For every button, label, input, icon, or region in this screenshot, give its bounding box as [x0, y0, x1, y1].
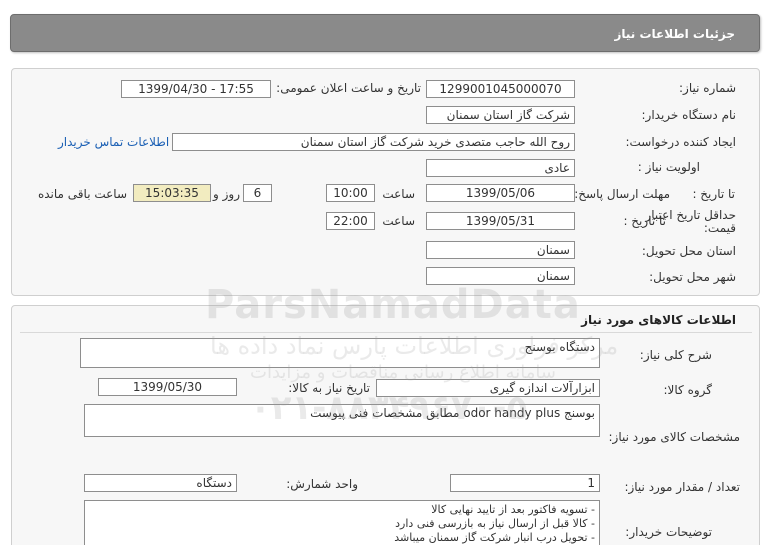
buyer-org-field: شرکت گاز استان سمنان: [426, 106, 575, 124]
unit-label: واحد شمارش:: [286, 477, 358, 491]
note-item: - کالا قبل از ارسال نیاز به بازرسی فنی د…: [395, 517, 595, 530]
note-item: - تسویه فاکتور بعد از تایید نهایی کالا: [431, 503, 595, 516]
deadline-until-label: تا تاریخ :: [692, 187, 735, 201]
delivery-province-field: سمنان: [426, 241, 575, 259]
priority-field: عادی: [426, 159, 575, 177]
time-remaining-label: ساعت باقی مانده: [37, 187, 127, 201]
spec-label: مشخصات کالای مورد نیاز:: [608, 430, 740, 444]
requester-field: روح الله حاجب متصدی خرید شرکت گاز استان …: [172, 133, 575, 151]
requester-label: ایجاد کننده درخواست:: [625, 135, 736, 149]
note-item: - تحویل درب انبار شرکت گاز سمنان میباشد: [394, 531, 595, 544]
validity-time-field: 22:00: [326, 212, 375, 230]
validity-date-field: 1399/05/31: [426, 212, 575, 230]
watermark-line1: مرکز فراوری اطلاعات پارس نماد داده ها: [210, 332, 619, 360]
buyer-notes-field: - تسویه فاکتور بعد از تایید نهایی کالا -…: [84, 500, 600, 545]
announce-datetime-label: تاریخ و ساعت اعلان عمومی:: [276, 81, 421, 95]
page-title: جزئیات اطلاعات نیاز: [614, 27, 735, 41]
priority-label: اولویت نیاز :: [637, 160, 700, 174]
buyer-notes-label: توضیحات خریدار:: [625, 525, 712, 539]
quantity-label: تعداد / مقدار مورد نیاز:: [624, 480, 740, 494]
announce-datetime-field: 1399/04/30 - 17:55: [121, 80, 271, 98]
days-label: روز و: [213, 187, 240, 201]
watermark-phone: ۰۲۱-۸۸۳۴۹۶۷۰-۵: [250, 388, 528, 428]
goods-group-label: گروه کالا:: [663, 383, 713, 397]
time-remaining-field: 15:03:35: [133, 184, 211, 202]
delivery-province-label: استان محل تحویل:: [641, 244, 736, 258]
watermark-brand: ParsNamadData: [205, 282, 581, 328]
delivery-city-label: شهر محل تحویل:: [649, 270, 736, 284]
days-remaining-field: 6: [243, 184, 272, 202]
buyer-contact-link[interactable]: اطلاعات تماس خریدار: [58, 135, 169, 149]
need-info-panel: [11, 68, 760, 296]
need-date-field: 1399/05/30: [98, 378, 237, 396]
goods-section-title: اطلاعات کالاهای مورد نیاز: [581, 313, 736, 327]
deadline-time-label: ساعت: [382, 187, 415, 201]
deadline-date-field: 1399/05/06: [426, 184, 575, 202]
deadline-time-field: 10:00: [326, 184, 375, 202]
need-number-field: 1299001045000070: [426, 80, 575, 98]
unit-field: دستگاه: [84, 474, 237, 492]
deadline-label: مهلت ارسال پاسخ:: [574, 187, 670, 201]
need-number-label: شماره نیاز:: [679, 81, 736, 95]
validity-until-label: تا تاریخ :: [623, 214, 666, 228]
watermark-line2: سامانه اطلاع رسانی مناقصات و مزایدات: [250, 362, 556, 383]
quantity-field: 1: [450, 474, 600, 492]
validity-time-label: ساعت: [382, 214, 415, 228]
page-header: جزئیات اطلاعات نیاز: [10, 14, 760, 52]
buyer-org-label: نام دستگاه خریدار:: [641, 108, 737, 122]
general-desc-label: شرح کلی نیاز:: [639, 348, 712, 362]
